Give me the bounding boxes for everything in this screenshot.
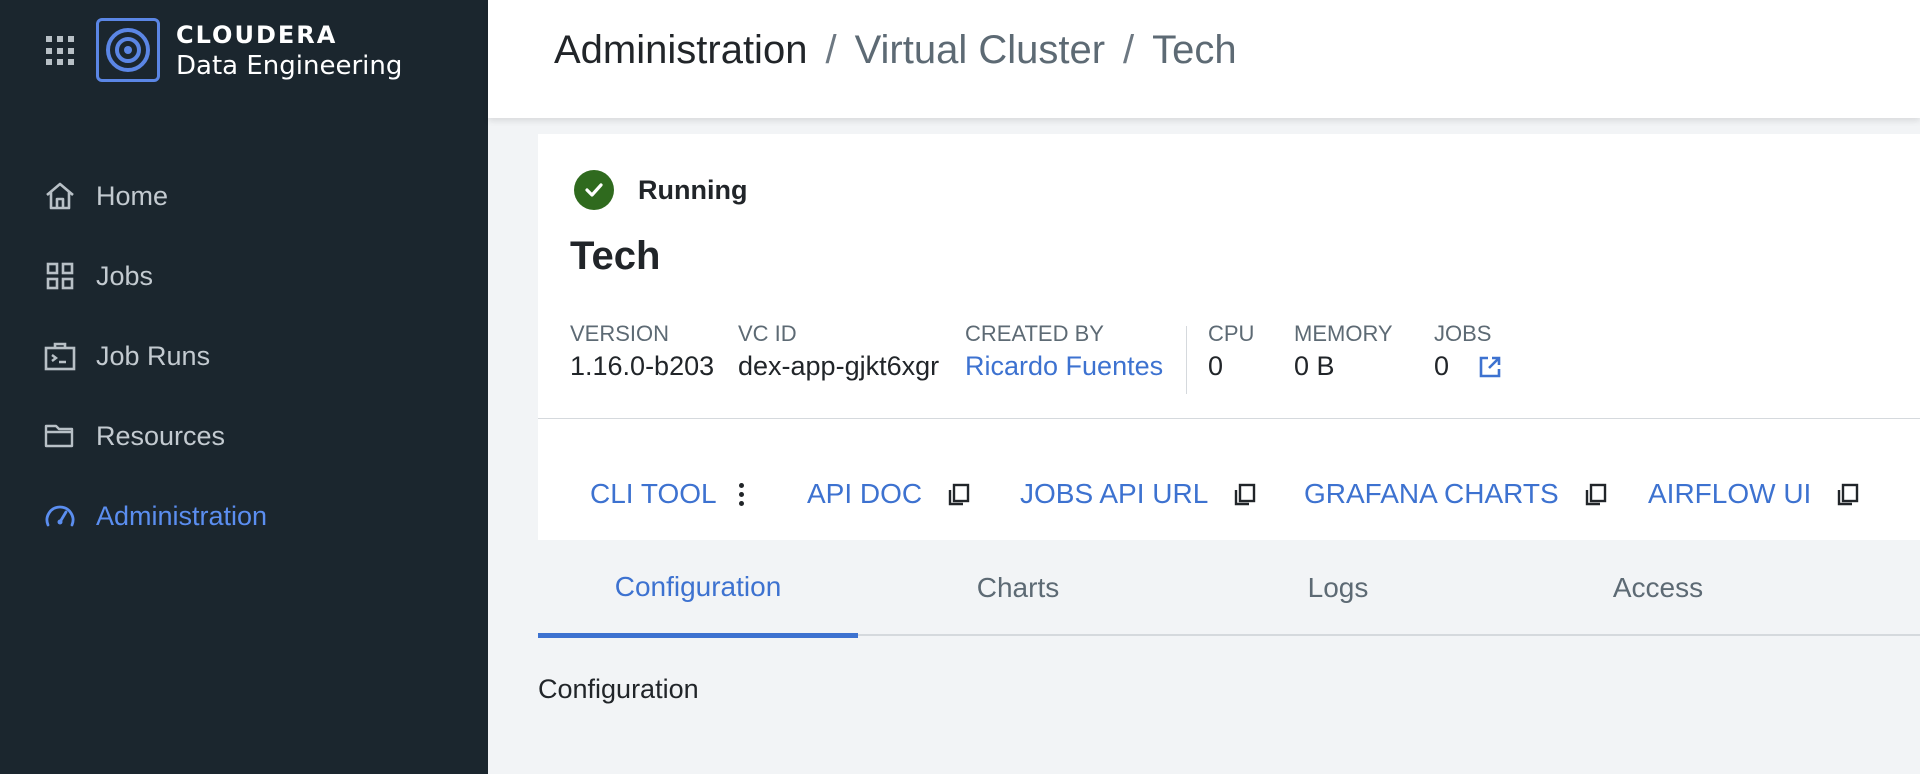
sidebar-item-label: Resources: [96, 420, 226, 451]
meta-value: dex-app-gjkt6xgr: [738, 351, 940, 381]
tab-bar: Configuration Charts Logs Access: [538, 540, 1920, 638]
link-label: GRAFANA CHARTS: [1304, 478, 1559, 509]
meta-value: 0: [1208, 351, 1224, 381]
meta-value: 0: [1434, 351, 1450, 381]
breadcrumb-separator: /: [825, 28, 837, 72]
external-link-icon[interactable]: [1477, 353, 1503, 379]
meta-label: VERSION: [570, 321, 670, 346]
meta-cpu: CPU 0: [1208, 320, 1254, 384]
brand[interactable]: CLOUDERA Data Engineering: [176, 20, 402, 82]
created-by-link[interactable]: Ricardo Fuentes: [965, 348, 1163, 384]
home-icon: [40, 176, 80, 216]
breadcrumb: Administration / Virtual Cluster / Tech: [554, 28, 1237, 73]
brand-company: CLOUDERA: [176, 21, 338, 49]
meta-label: JOBS: [1434, 321, 1492, 346]
breadcrumb-item-administration[interactable]: Administration: [554, 28, 807, 73]
meta-memory: MEMORY 0 B: [1294, 320, 1393, 384]
sidebar-item-jobs[interactable]: Jobs: [0, 236, 488, 316]
breadcrumb-separator: /: [1123, 28, 1135, 72]
meta-label: CREATED BY: [965, 321, 1104, 346]
sidebar-item-resources[interactable]: Resources: [0, 396, 488, 476]
folder-icon: [40, 416, 80, 456]
meta-label: VC ID: [738, 321, 797, 346]
meta-label: MEMORY: [1294, 321, 1393, 346]
app-switcher-icon[interactable]: [46, 36, 76, 66]
meta-divider: [1186, 326, 1187, 394]
sidebar-item-job-runs[interactable]: Job Runs: [0, 316, 488, 396]
gauge-icon: [40, 496, 80, 536]
tab-logs[interactable]: Logs: [1178, 540, 1498, 636]
meta-value: 1.16.0-b203: [570, 351, 715, 381]
tab-access[interactable]: Access: [1498, 540, 1818, 636]
sidebar-item-label: Jobs: [96, 260, 154, 291]
meta-vc-id: VC ID dex-app-gjkt6xgr: [738, 320, 939, 384]
cluster-card: Running Tech VERSION 1.16.0-b203 VC ID d…: [538, 134, 1920, 540]
sidebar-item-label: Job Runs: [96, 340, 211, 371]
copy-icon[interactable]: [1583, 481, 1609, 507]
sidebar-item-administration[interactable]: Administration: [0, 476, 488, 556]
meta-version: VERSION 1.16.0-b203: [570, 320, 714, 384]
meta-value-row: 0: [1434, 348, 1503, 384]
link-label: AIRFLOW UI: [1648, 478, 1812, 509]
meta-value: 0 B: [1294, 351, 1335, 381]
jobs-api-url-link[interactable]: JOBS API URL: [1020, 464, 1258, 524]
copy-icon[interactable]: [1232, 481, 1258, 507]
cluster-name: Tech: [570, 234, 661, 278]
cloudera-logo-icon: [96, 18, 160, 82]
link-label: JOBS API URL: [1020, 478, 1209, 509]
link-label: CLI TOOL: [590, 478, 717, 509]
job-runs-icon: [40, 336, 80, 376]
link-label: API DOC: [807, 478, 923, 509]
sidebar: CLOUDERA Data Engineering Home Jobs Job …: [0, 0, 488, 774]
copy-icon[interactable]: [1835, 481, 1861, 507]
meta-jobs: JOBS 0: [1434, 320, 1503, 384]
sidebar-item-label: Administration: [96, 500, 268, 531]
grid-icon: [40, 256, 80, 296]
section-title: Configuration: [538, 674, 699, 704]
api-doc-link[interactable]: API DOC: [807, 464, 972, 524]
copy-icon[interactable]: [946, 481, 972, 507]
status-indicator: Running: [574, 170, 747, 210]
meta-created-by: CREATED BY Ricardo Fuentes: [965, 320, 1163, 384]
breadcrumb-item-virtual-cluster[interactable]: Virtual Cluster: [855, 28, 1105, 73]
status-label: Running: [638, 174, 748, 205]
check-circle-icon: [574, 170, 614, 210]
page-header: Administration / Virtual Cluster / Tech: [488, 0, 1920, 118]
card-divider: [538, 418, 1920, 419]
grafana-charts-link[interactable]: GRAFANA CHARTS: [1304, 464, 1609, 524]
sidebar-nav: Home Jobs Job Runs Resources Administrat…: [0, 156, 488, 556]
sidebar-item-label: Home: [96, 180, 169, 211]
more-vertical-icon[interactable]: [738, 482, 744, 506]
sidebar-item-home[interactable]: Home: [0, 156, 488, 236]
breadcrumb-item-tech: Tech: [1152, 28, 1237, 72]
meta-label: CPU: [1208, 321, 1255, 346]
tab-charts[interactable]: Charts: [858, 540, 1178, 636]
airflow-ui-link[interactable]: AIRFLOW UI: [1648, 464, 1861, 524]
tab-configuration[interactable]: Configuration: [538, 540, 858, 638]
cluster-links: CLI TOOL API DOC JOBS API URL GRAFANA CH…: [538, 464, 1920, 524]
brand-product: Data Engineering: [176, 51, 403, 81]
cli-tool-link[interactable]: CLI TOOL: [590, 464, 744, 524]
